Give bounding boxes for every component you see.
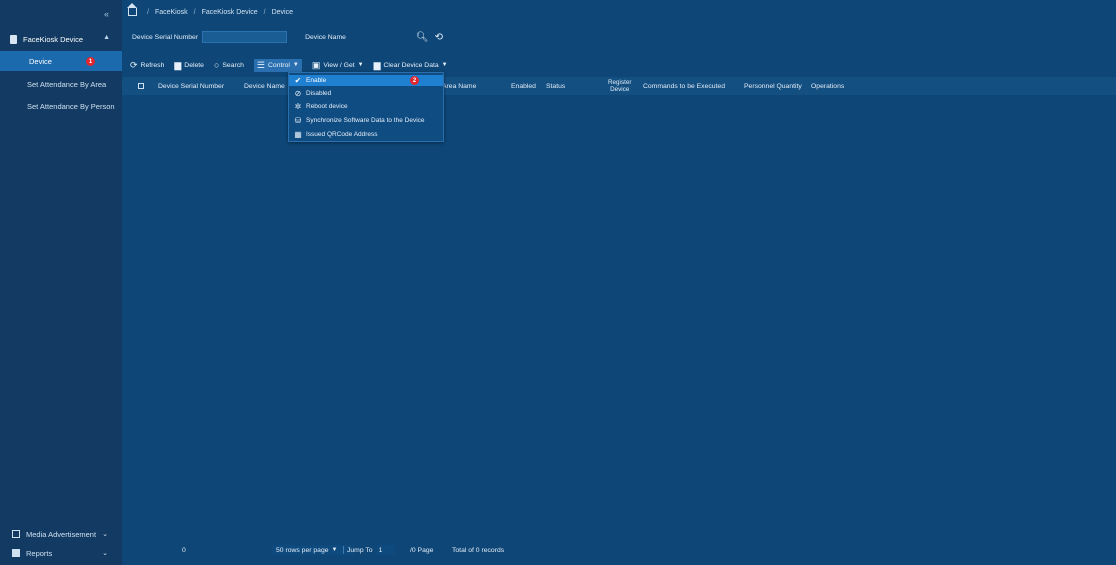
chevron-down-icon: ⌄ <box>102 550 108 557</box>
sync-database-icon: ⛁ <box>294 116 302 125</box>
view-get-label: View / Get <box>323 61 355 69</box>
pagination: 0 50 rows per page ▼ Jump To 1 /0 Page T… <box>122 543 1116 557</box>
search-icon: ○ <box>213 60 220 70</box>
reset-icon[interactable]: ⟲ <box>435 32 443 43</box>
sidebar-item-media-advertisement[interactable]: Media Advertisement ⌄ <box>0 525 122 543</box>
column-device-serial-number[interactable]: Device Serial Number <box>158 77 224 95</box>
refresh-label: Refresh <box>140 61 165 69</box>
caret-down-icon: ▼ <box>441 62 448 68</box>
search-button[interactable]: ○ Search <box>214 60 244 70</box>
view-icon: ▣ <box>311 59 321 70</box>
device-name-label: Device Name <box>305 33 346 41</box>
device-serial-number-label: Device Serial Number <box>132 33 199 41</box>
qrcode-icon: ▦ <box>294 130 302 139</box>
jump-to-label: Jump To <box>347 546 373 554</box>
sidebar-item-set-attendance-by-person[interactable]: Set Attendance By Person <box>0 96 122 116</box>
sidebar-item-set-attendance-by-area[interactable]: Set Attendance By Area <box>0 74 122 94</box>
delete-button[interactable]: ▆ Delete <box>174 60 204 71</box>
trash-icon: ▆ <box>174 59 182 70</box>
breadcrumb-item: Device <box>271 8 293 16</box>
sidebar-item-label: Reports <box>26 548 53 558</box>
clear-device-data-label: Clear Device Data <box>383 61 439 69</box>
device-serial-number-input[interactable] <box>202 31 288 43</box>
menu-item-issued-qrcode-address[interactable]: ▦ Issued QRCode Address <box>289 129 443 140</box>
double-chevron-left-icon[interactable]: « <box>104 9 109 19</box>
caret-down-icon: ▼ <box>357 62 364 68</box>
toolbar: ⟳ Refresh ▆ Delete ○ Search ☰ Control ▼ … <box>130 58 458 72</box>
table-header: Device Serial Number Device Name Area Na… <box>122 77 1116 95</box>
clear-device-data-button[interactable]: ▆ Clear Device Data ▼ <box>374 60 448 71</box>
menu-item-reboot-device[interactable]: ✲ Reboot device <box>289 101 443 112</box>
column-device-name[interactable]: Device Name <box>244 77 285 95</box>
sidebar-item-label: Set Attendance By Person <box>27 101 115 111</box>
menu-item-label: Enable <box>306 77 327 84</box>
menu-item-label: Synchronize Software Data to the Device <box>306 117 425 124</box>
control-button[interactable]: ☰ Control ▼ <box>253 58 302 72</box>
search-label: Search <box>222 61 244 69</box>
menu-item-enable[interactable]: ✔ Enable 2 <box>289 75 443 86</box>
caret-down-icon: ▼ <box>331 547 338 553</box>
menu-item-label: Disabled <box>306 90 332 97</box>
reports-icon <box>12 549 20 557</box>
device-icon <box>10 34 17 44</box>
search-icon[interactable]: 🔍︎ <box>416 32 429 43</box>
refresh-button[interactable]: ⟳ Refresh <box>130 60 164 71</box>
chevron-down-icon: ⌄ <box>102 531 108 538</box>
check-icon: ✔ <box>294 76 302 85</box>
reboot-icon: ✲ <box>294 102 302 111</box>
refresh-icon: ⟳ <box>130 59 138 70</box>
column-personnel-quantity[interactable]: Personnel Quantity <box>744 77 802 95</box>
column-commands-to-be-executed[interactable]: Commands to be Executed <box>643 77 725 95</box>
main-content: / FaceKiosk / FaceKiosk Device / Device … <box>122 0 1116 565</box>
column-area-name[interactable]: Area Name <box>442 77 476 95</box>
sidebar-group-facekiosk-device[interactable]: FaceKiosk Device ▲ <box>0 29 122 49</box>
delete-label: Delete <box>184 61 204 69</box>
breadcrumb: / FaceKiosk / FaceKiosk Device / Device <box>127 3 293 16</box>
menu-item-label: Reboot device <box>306 103 348 110</box>
rows-per-page-value: 50 rows per page <box>276 546 329 554</box>
column-enabled[interactable]: Enabled <box>511 77 536 95</box>
sidebar: « FaceKiosk Device ▲ Device 1 Set Attend… <box>0 0 122 565</box>
breadcrumb-separator: / <box>193 8 196 16</box>
breadcrumb-item[interactable]: FaceKiosk Device <box>202 9 258 16</box>
menu-item-disabled[interactable]: ⊘ Disabled <box>289 88 443 99</box>
filter-row: Device Serial Number Device Name 🔍︎ ⟲ <box>132 30 443 44</box>
caret-down-icon: ▼ <box>292 62 299 68</box>
column-register-device[interactable]: Register Device <box>608 77 631 95</box>
media-icon <box>12 530 20 538</box>
step-badge: 1 <box>86 57 95 66</box>
menu-item-label: Issued QRCode Address <box>306 131 378 138</box>
menu-item-synchronize-software-data[interactable]: ⛁ Synchronize Software Data to the Devic… <box>289 115 443 126</box>
control-dropdown-menu: ✔ Enable 2 ⊘ Disabled ✲ Reboot device ⛁ … <box>288 72 444 142</box>
register-line1: Register <box>608 79 632 86</box>
ban-icon: ⊘ <box>294 89 302 98</box>
control-label: Control <box>268 61 290 69</box>
sidebar-item-device[interactable]: Device 1 <box>0 51 122 71</box>
select-all-checkbox[interactable] <box>138 77 144 95</box>
jump-to-input[interactable]: 1 <box>376 545 395 555</box>
view-get-button[interactable]: ▣ View / Get ▼ <box>312 60 364 71</box>
breadcrumb-separator: / <box>147 8 149 16</box>
sidebar-group-label: FaceKiosk Device <box>23 34 84 44</box>
trash-icon: ▆ <box>373 59 381 70</box>
page-number[interactable]: 0 <box>182 547 186 554</box>
page-count: /0 Page <box>410 546 434 554</box>
step-badge: 2 <box>410 76 419 85</box>
chevron-up-icon: ▲ <box>103 34 110 41</box>
sidebar-item-reports[interactable]: Reports ⌄ <box>0 544 122 562</box>
register-line2: Device <box>610 86 630 93</box>
sidebar-item-label: Device <box>29 56 52 66</box>
jump-to: Jump To 1 <box>347 545 395 555</box>
breadcrumb-separator: / <box>263 8 266 16</box>
column-status[interactable]: Status <box>546 77 565 95</box>
control-icon: ☰ <box>256 59 265 70</box>
rows-per-page-select[interactable]: 50 rows per page ▼ <box>272 545 355 555</box>
sidebar-item-label: Media Advertisement <box>26 529 97 539</box>
column-operations: Operations <box>811 82 845 90</box>
breadcrumb-item[interactable]: FaceKiosk <box>155 9 188 16</box>
home-icon[interactable] <box>127 3 137 16</box>
total-records: Total of 0 records <box>452 546 505 554</box>
sidebar-item-label: Set Attendance By Area <box>27 79 107 89</box>
device-name-input[interactable] <box>349 31 410 43</box>
